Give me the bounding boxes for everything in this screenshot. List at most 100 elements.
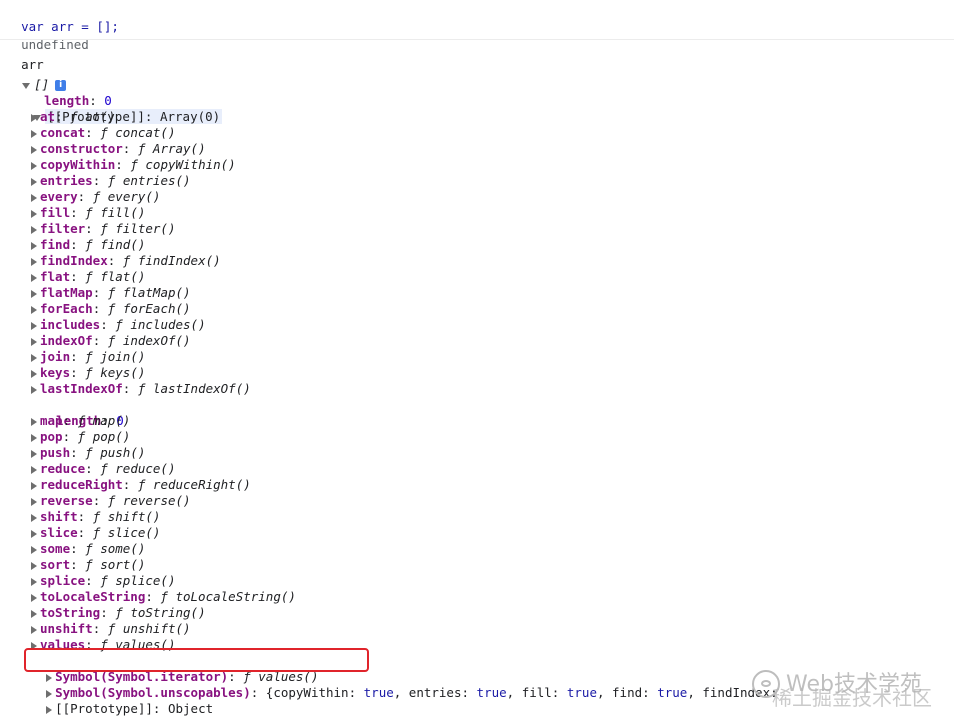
property-key: splice — [40, 573, 86, 588]
console-input-line[interactable]: var arr = []; — [6, 3, 119, 34]
property-key: map — [40, 413, 63, 428]
method-row-keys[interactable]: keys: ƒ keys() — [31, 365, 145, 381]
property-value: includes() — [130, 317, 206, 332]
method-row-every[interactable]: every: ƒ every() — [31, 189, 160, 205]
method-row-find[interactable]: find: ƒ find() — [31, 237, 145, 253]
property-key: find — [40, 237, 71, 252]
method-row-slice[interactable]: slice: ƒ slice() — [31, 525, 160, 541]
expand-triangle-icon[interactable] — [31, 129, 37, 138]
method-row-copywithin[interactable]: copyWithin: ƒ copyWithin() — [31, 157, 236, 173]
method-row-flatmap[interactable]: flatMap: ƒ flatMap() — [31, 285, 191, 301]
function-glyph: ƒ — [85, 557, 93, 572]
method-row-reverse[interactable]: reverse: ƒ reverse() — [31, 493, 191, 509]
method-row-shift[interactable]: shift: ƒ shift() — [31, 509, 160, 525]
property-key: findIndex — [40, 253, 108, 268]
function-glyph: ƒ — [107, 493, 116, 508]
method-row-sort[interactable]: sort: ƒ sort() — [31, 557, 145, 573]
expand-triangle-icon[interactable] — [31, 193, 37, 202]
method-row-lastindexof[interactable]: lastIndexOf: ƒ lastIndexOf() — [31, 381, 251, 397]
property-key: some — [40, 541, 71, 556]
property-colon: : — [92, 493, 108, 508]
expand-triangle-icon[interactable] — [31, 353, 37, 362]
function-glyph: ƒ — [107, 173, 116, 188]
property-row-inner-prototype[interactable]: [[Prototype]]: Object — [31, 685, 213, 716]
expand-triangle-icon[interactable] — [46, 705, 53, 714]
console-input-line-2[interactable]: arr — [6, 41, 44, 72]
expand-triangle-icon[interactable] — [31, 209, 37, 218]
expand-triangle-icon[interactable] — [31, 545, 37, 554]
method-row-concat[interactable]: concat: ƒ concat() — [31, 125, 176, 141]
expand-triangle-icon[interactable] — [31, 497, 37, 506]
expand-triangle-icon[interactable] — [31, 273, 37, 282]
expand-triangle-icon[interactable] — [31, 433, 37, 442]
method-row-indexof[interactable]: indexOf: ƒ indexOf() — [31, 333, 191, 349]
property-row-length[interactable]: length: 0 — [29, 77, 112, 108]
method-row-entries[interactable]: entries: ƒ entries() — [31, 173, 191, 189]
expand-triangle-icon[interactable] — [31, 369, 37, 378]
method-row-pop[interactable]: pop: ƒ pop() — [31, 429, 130, 445]
expand-triangle-icon[interactable] — [31, 417, 37, 426]
expand-triangle-icon[interactable] — [31, 385, 37, 394]
method-row-reduceright[interactable]: reduceRight: ƒ reduceRight() — [31, 477, 251, 493]
property-value: Array() — [152, 141, 206, 156]
function-glyph: ƒ — [137, 477, 146, 492]
property-colon: : — [100, 605, 116, 620]
expand-triangle-icon[interactable] — [31, 481, 37, 490]
property-colon: : — [70, 237, 86, 252]
expand-triangle-icon[interactable] — [31, 625, 37, 634]
property-value: pop() — [92, 429, 131, 444]
method-row-join[interactable]: join: ƒ join() — [31, 349, 145, 365]
method-row-some[interactable]: some: ƒ some() — [31, 541, 145, 557]
expand-triangle-icon[interactable] — [31, 449, 37, 458]
function-glyph: ƒ — [77, 413, 86, 428]
expand-triangle-icon[interactable] — [31, 529, 37, 538]
property-key: lastIndexOf — [40, 381, 123, 396]
method-row-reduce[interactable]: reduce: ƒ reduce() — [31, 461, 176, 477]
expand-triangle-icon[interactable] — [31, 225, 37, 234]
method-row-constructor[interactable]: constructor: ƒ Array() — [31, 141, 206, 157]
prototype-row[interactable]: [[Prototype]]: Array(0) — [18, 93, 223, 124]
expand-triangle-icon[interactable] — [31, 241, 37, 250]
array-root-row[interactable]: [] i — [7, 61, 67, 92]
method-row-unshift[interactable]: unshift: ƒ unshift() — [31, 621, 191, 637]
property-colon: : — [55, 109, 71, 124]
expand-triangle-icon[interactable] — [31, 513, 37, 522]
method-row-splice[interactable]: splice: ƒ splice() — [31, 573, 176, 589]
property-row-proto-length[interactable]: length: 0 — [41, 397, 124, 428]
method-row-map[interactable]: map: ƒ map() — [31, 413, 130, 429]
expand-triangle-icon[interactable] — [31, 113, 37, 122]
method-row-filter[interactable]: filter: ƒ filter() — [31, 221, 176, 237]
expand-triangle-icon[interactable] — [31, 609, 37, 618]
expand-triangle-icon[interactable] — [31, 321, 37, 330]
expand-triangle-icon[interactable] — [31, 465, 37, 474]
expand-triangle-icon[interactable] — [31, 305, 37, 314]
expand-triangle-icon[interactable] — [31, 257, 37, 266]
console-output-line: undefined — [6, 21, 89, 52]
function-glyph: ƒ — [107, 333, 116, 348]
expand-triangle-icon[interactable] — [31, 161, 37, 170]
property-value: reduceRight() — [152, 477, 251, 492]
method-row-tostring[interactable]: toString: ƒ toString() — [31, 605, 206, 621]
expand-triangle-icon[interactable] — [31, 289, 37, 298]
method-row-tolocalestring[interactable]: toLocaleString: ƒ toLocaleString() — [31, 589, 296, 605]
property-key: slice — [40, 525, 78, 540]
function-glyph: ƒ — [85, 541, 93, 556]
method-row-foreach[interactable]: forEach: ƒ forEach() — [31, 301, 191, 317]
property-row-symbol-unscopables[interactable]: Symbol(Symbol.unscopables): {copyWithin:… — [31, 669, 785, 700]
property-colon: : — [92, 301, 108, 316]
expand-triangle-icon[interactable] — [31, 593, 37, 602]
method-row-push[interactable]: push: ƒ push() — [31, 445, 145, 461]
method-row-flat[interactable]: flat: ƒ flat() — [31, 269, 145, 285]
method-row-findindex[interactable]: findIndex: ƒ findIndex() — [31, 253, 221, 269]
method-row-includes[interactable]: includes: ƒ includes() — [31, 317, 206, 333]
method-row-at[interactable]: at: ƒ at() — [31, 109, 115, 125]
property-colon: : — [70, 445, 86, 460]
expand-triangle-icon[interactable] — [31, 145, 37, 154]
expand-triangle-icon[interactable] — [31, 337, 37, 346]
expand-triangle-icon[interactable] — [31, 177, 37, 186]
expand-triangle-icon[interactable] — [31, 577, 37, 586]
method-row-fill[interactable]: fill: ƒ fill() — [31, 205, 145, 221]
property-colon: : — [85, 461, 101, 476]
expand-triangle-icon[interactable] — [31, 561, 37, 570]
property-key: reduce — [40, 461, 86, 476]
